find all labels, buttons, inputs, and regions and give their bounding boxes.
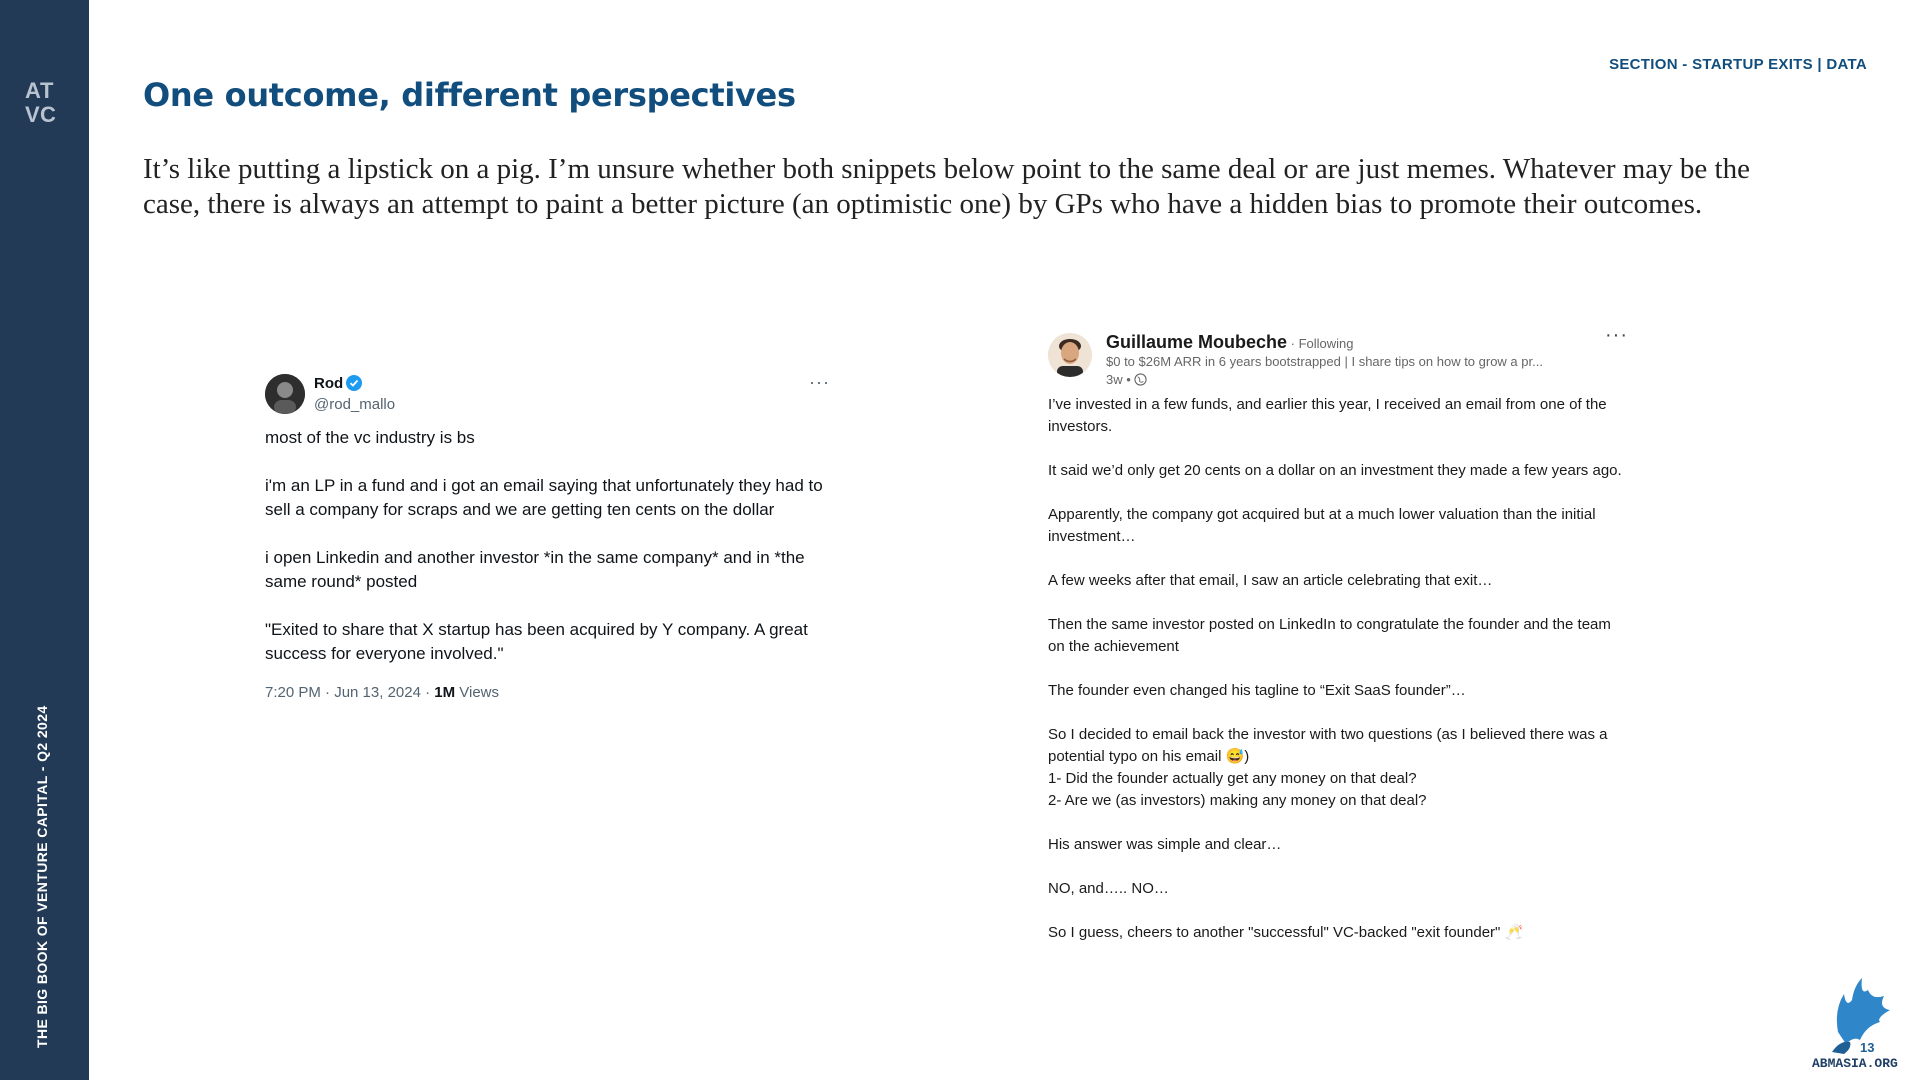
svg-text:T: T	[40, 78, 54, 103]
watermark-site: ABMASIA.ORG	[1812, 1056, 1898, 1070]
tweet-body: most of the vc industry is bs i'm an LP …	[265, 426, 830, 666]
linkedin-paragraph: Apparently, the company got acquired but…	[1048, 506, 1596, 545]
avatar[interactable]	[265, 374, 305, 414]
tweet-author-name-text: Rod	[314, 375, 344, 392]
svg-text:V: V	[25, 102, 40, 127]
tweet-author-name[interactable]: Rod	[314, 375, 363, 392]
linkedin-paragraph: His answer was simple and clear…	[1048, 836, 1282, 853]
sidebar: A T V C THE BIG BOOK OF VENTURE CAPITAL …	[0, 0, 89, 1080]
intro-paragraph: It’s like putting a lipstick on a pig. I…	[143, 153, 1750, 220]
atvc-logo: A T V C	[25, 78, 56, 127]
linkedin-paragraph: NO, and….. NO…	[1048, 880, 1169, 897]
globe-icon	[1134, 373, 1147, 386]
linkedin-post-time: 3w •	[1106, 372, 1147, 387]
tweet-card: Rod @rod_mallo ··· most of the vc indust…	[265, 372, 830, 701]
linkedin-paragraph: I’ve invested in a few funds, and earlie…	[1048, 396, 1607, 435]
tweet-author-handle[interactable]: @rod_mallo	[314, 396, 395, 413]
linkedin-tagline: $0 to $26M ARR in 6 years bootstrapped |…	[1106, 354, 1543, 369]
tweet-views-count: 1M	[434, 684, 456, 701]
linkedin-paragraph: So I decided to email back the investor …	[1048, 726, 1608, 809]
linkedin-author-name-text: Guillaume Moubeche	[1106, 332, 1288, 352]
following-label: · Following	[1287, 336, 1354, 351]
watermark-number: 13	[1860, 1040, 1874, 1055]
svg-text:C: C	[40, 102, 56, 127]
linkedin-paragraph: Then the same investor posted on LinkedI…	[1048, 616, 1611, 655]
tweet-line: most of the vc industry is bs	[265, 428, 475, 447]
linkedin-header: Guillaume Moubeche · Following $0 to $26…	[1048, 324, 1628, 390]
linkedin-body: I’ve invested in a few funds, and earlie…	[1048, 394, 1628, 944]
linkedin-author-name[interactable]: Guillaume Moubeche · Following	[1106, 332, 1354, 353]
svg-text:A: A	[25, 78, 41, 103]
page-title: One outcome, different perspectives	[143, 76, 796, 114]
more-options-icon[interactable]: ···	[1605, 324, 1628, 347]
linkedin-paragraph: The founder even changed his tagline to …	[1048, 682, 1466, 699]
tweet-line: i open Linkedin and another investor *in…	[265, 548, 805, 591]
tweet-timestamp[interactable]: 7:20 PM · Jun 13, 2024 ·	[265, 684, 434, 701]
more-options-icon[interactable]: ···	[809, 372, 830, 393]
linkedin-post-time-text: 3w •	[1106, 372, 1131, 387]
tweet-line: i'm an LP in a fund and i got an email s…	[265, 476, 823, 519]
linkedin-paragraph: A few weeks after that email, I saw an a…	[1048, 572, 1493, 589]
linkedin-paragraph: It said we’d only get 20 cents on a doll…	[1048, 462, 1622, 479]
avatar[interactable]	[1048, 333, 1092, 377]
tweet-line: "Exited to share that X startup has been…	[265, 620, 808, 663]
tweet-header: Rod @rod_mallo ···	[265, 372, 830, 416]
tweet-meta: 7:20 PM · Jun 13, 2024 · 1M Views	[265, 684, 830, 701]
abmasia-watermark-logo: 13 ABMASIA.ORG	[1812, 978, 1898, 1070]
linkedin-paragraph: So I guess, cheers to another "successfu…	[1048, 924, 1524, 941]
linkedin-post: Guillaume Moubeche · Following $0 to $26…	[1048, 324, 1628, 966]
tweet-views-label: Views	[455, 684, 500, 701]
verified-badge-icon	[346, 375, 363, 391]
section-label: SECTION - STARTUP EXITS | DATA	[1609, 56, 1867, 73]
book-title-vertical: THE BIG BOOK OF VENTURE CAPITAL - Q2 202…	[34, 705, 50, 1048]
